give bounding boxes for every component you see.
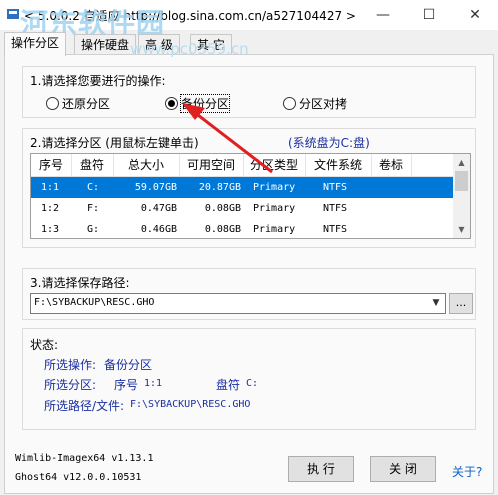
maximize-button[interactable]: ☐ [406, 0, 452, 30]
cell-no: 1:3 [41, 224, 60, 235]
cell-drive: F: [87, 203, 100, 214]
status-part-label: 所选分区: [44, 378, 97, 392]
system-disk-note: (系统盘为C:盘) [288, 136, 370, 150]
col-header-drive[interactable]: 盘符 [71, 154, 114, 176]
cell-drive: G: [87, 224, 100, 235]
col-header-free[interactable]: 可用空间 [179, 154, 244, 176]
save-path-value: F:\SYBACKUP\RESC.GHO [34, 297, 155, 308]
title-bar: < 5.0.0.2 自适应 http://blog.sina.com.cn/a5… [0, 0, 498, 40]
status-op-label: 所选操作: [44, 358, 97, 372]
status-path-label: 所选路径/文件: [44, 399, 125, 413]
status-drive-label: 盘符 [216, 378, 241, 392]
status-path-value: F:\SYBACKUP\RESC.GHO [130, 399, 251, 410]
status-part-no-value: 1:1 [144, 378, 163, 389]
close-button[interactable]: 关 闭 [370, 456, 436, 482]
partition-table: 序号 盘符 总大小 可用空间 分区类型 文件系统 卷标 1:1 C: 59.07… [30, 153, 471, 239]
col-header-fs[interactable]: 文件系统 [305, 154, 372, 176]
partition-label: 2.请选择分区 (用鼠标左键单击) [30, 136, 199, 150]
radio-circle [283, 97, 296, 110]
tab-disk-ops[interactable]: 操作硬盘 [74, 34, 137, 55]
cell-fs: NTFS [323, 203, 348, 214]
col-header-total[interactable]: 总大小 [113, 154, 180, 176]
wimlib-version: Wimlib-Imagex64 v1.13.1 [15, 453, 154, 464]
save-path-label: 3.请选择保存路径: [30, 276, 130, 290]
radio-clone-label: 分区对拷 [299, 97, 348, 111]
radio-circle [46, 97, 59, 110]
status-op-value: 备份分区 [104, 358, 153, 372]
cell-total: 59.07GB [134, 182, 177, 193]
cell-drive: C: [87, 182, 100, 193]
scroll-thumb[interactable] [455, 171, 468, 191]
cell-type: Primary [253, 182, 296, 193]
watermark-url: www.pc0359.cn [130, 40, 249, 58]
radio-restore[interactable]: 还原分区 [46, 95, 110, 112]
save-path-combo[interactable]: F:\SYBACKUP\RESC.GHO ▼ [30, 293, 446, 314]
table-row[interactable]: 1:2 F: 0.47GB 0.08GB Primary NTFS [31, 198, 453, 219]
table-header: 序号 盘符 总大小 可用空间 分区类型 文件系统 卷标 [31, 154, 453, 177]
tab-partition-ops[interactable]: 操作分区 [4, 32, 67, 56]
radio-circle-selected [165, 97, 178, 110]
col-header-type[interactable]: 分区类型 [243, 154, 306, 176]
browse-button[interactable]: ... [449, 293, 473, 314]
operation-label: 1.请选择您要进行的操作: [30, 74, 166, 88]
cell-no: 1:2 [41, 203, 60, 214]
table-row[interactable]: 1:3 G: 0.46GB 0.08GB Primary NTFS [31, 219, 453, 238]
cell-free: 0.08GB [204, 203, 241, 214]
about-link[interactable]: 关于? [452, 463, 482, 480]
app-icon [7, 9, 19, 19]
chevron-down-icon[interactable]: ▼ [429, 295, 443, 312]
cell-free: 0.08GB [204, 224, 241, 235]
col-header-label[interactable]: 卷标 [371, 154, 412, 176]
radio-backup-label: 备份分区 [179, 94, 231, 113]
cell-no: 1:1 [41, 182, 60, 193]
radio-restore-label: 还原分区 [62, 97, 111, 111]
cell-fs: NTFS [323, 182, 348, 193]
cell-total: 0.47GB [140, 203, 177, 214]
table-row[interactable]: 1:1 C: 59.07GB 20.87GB Primary NTFS [31, 177, 453, 198]
cell-total: 0.46GB [140, 224, 177, 235]
radio-clone[interactable]: 分区对拷 [283, 95, 347, 112]
cell-fs: NTFS [323, 224, 348, 235]
ghost-version: Ghost64 v12.0.0.10531 [15, 472, 142, 483]
radio-backup[interactable]: 备份分区 [165, 94, 231, 113]
status-part-no-label: 序号 [114, 378, 139, 392]
col-header-no[interactable]: 序号 [31, 154, 72, 176]
cell-type: Primary [253, 224, 296, 235]
scroll-up-icon[interactable]: ▲ [453, 154, 470, 171]
scroll-down-icon[interactable]: ▼ [453, 221, 470, 238]
cell-type: Primary [253, 203, 296, 214]
minimize-button[interactable]: — [360, 0, 406, 30]
status-title: 状态: [30, 338, 59, 352]
close-window-button[interactable]: ✕ [452, 0, 498, 30]
status-drive-value: C: [246, 378, 259, 389]
cell-free: 20.87GB [198, 182, 241, 193]
execute-button[interactable]: 执 行 [288, 456, 354, 482]
table-scrollbar[interactable]: ▲ ▼ [453, 154, 470, 238]
